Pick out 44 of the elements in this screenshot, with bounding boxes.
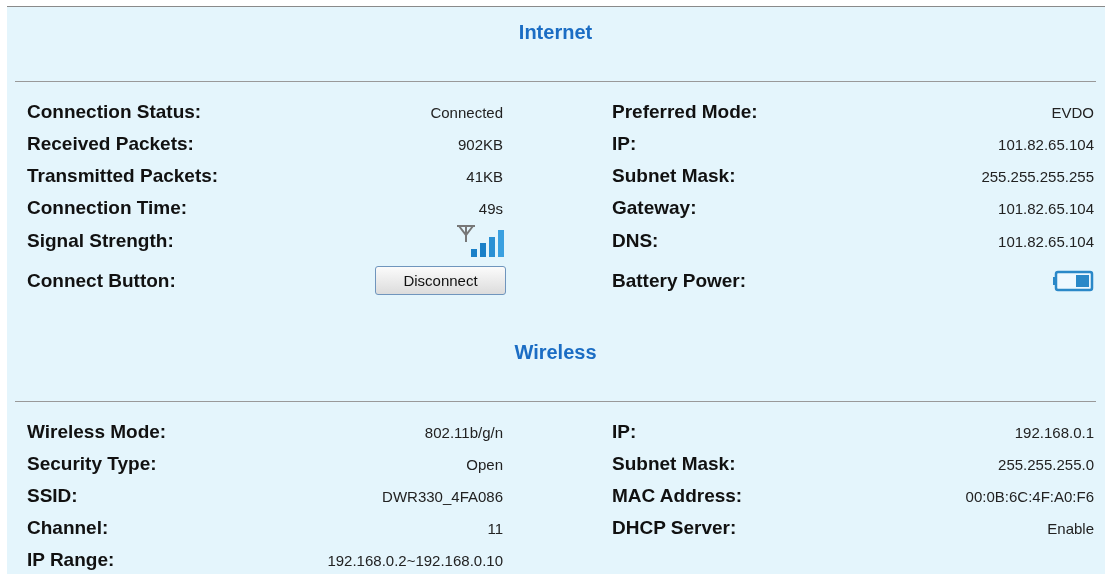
field-label: SSID: (27, 485, 78, 507)
field-label: Received Packets: (27, 133, 194, 155)
field-label: Preferred Mode: (612, 101, 758, 123)
field-label: Transmitted Packets: (27, 165, 219, 187)
disconnect-button[interactable]: Disconnect (375, 266, 506, 295)
field-value: 101.82.65.104 (998, 232, 1094, 250)
battery-icon (1052, 269, 1094, 292)
field-label: Security Type: (27, 453, 157, 475)
field-value: 101.82.65.104 (998, 135, 1094, 153)
field-label: Connect Button: (27, 269, 176, 292)
field-value: Enable (1047, 519, 1094, 537)
field-label: DHCP Server: (612, 517, 737, 539)
field-value: 255.255.255.0 (998, 455, 1094, 473)
field-value: 192.168.0.2~192.168.0.10 (327, 551, 503, 569)
field-label: Subnet Mask: (612, 453, 736, 475)
section-title: Wireless (514, 341, 597, 363)
field-label: IP: (612, 421, 637, 443)
field-label: Channel: (27, 517, 109, 539)
field-label: Subnet Mask: (612, 165, 736, 187)
field-value: DWR330_4FA086 (382, 487, 503, 505)
field-value: 902KB (457, 135, 503, 153)
field-label: Signal Strength: (27, 230, 174, 252)
field-label: DNS: (612, 230, 659, 252)
signal-strength-icon (457, 225, 507, 257)
field-value: 00:0B:6C:4F:A0:F6 (965, 487, 1094, 505)
field-label: Battery Power: (612, 269, 747, 292)
field-value: 11 (487, 519, 503, 537)
field-label: IP: (612, 133, 637, 155)
field-label: Wireless Mode: (27, 421, 167, 443)
field-value: 41KB (466, 167, 503, 185)
field-value: Open (466, 455, 503, 473)
field-value: 49s (478, 199, 503, 217)
section-title: Internet (518, 21, 593, 43)
field-value: 802.11b/g/n (424, 423, 503, 441)
field-value: 101.82.65.104 (998, 199, 1094, 217)
field-value: 255.255.255.255 (981, 167, 1094, 185)
field-label: Connection Time: (27, 197, 188, 219)
field-value: 192.168.0.1 (1014, 423, 1094, 441)
field-label: Connection Status: (27, 101, 202, 123)
field-label: Gateway: (612, 197, 697, 219)
field-value: Connected (430, 103, 503, 121)
field-label: IP Range: (27, 549, 115, 571)
field-label: MAC Address: (612, 485, 743, 507)
field-value: EVDO (1051, 103, 1094, 121)
